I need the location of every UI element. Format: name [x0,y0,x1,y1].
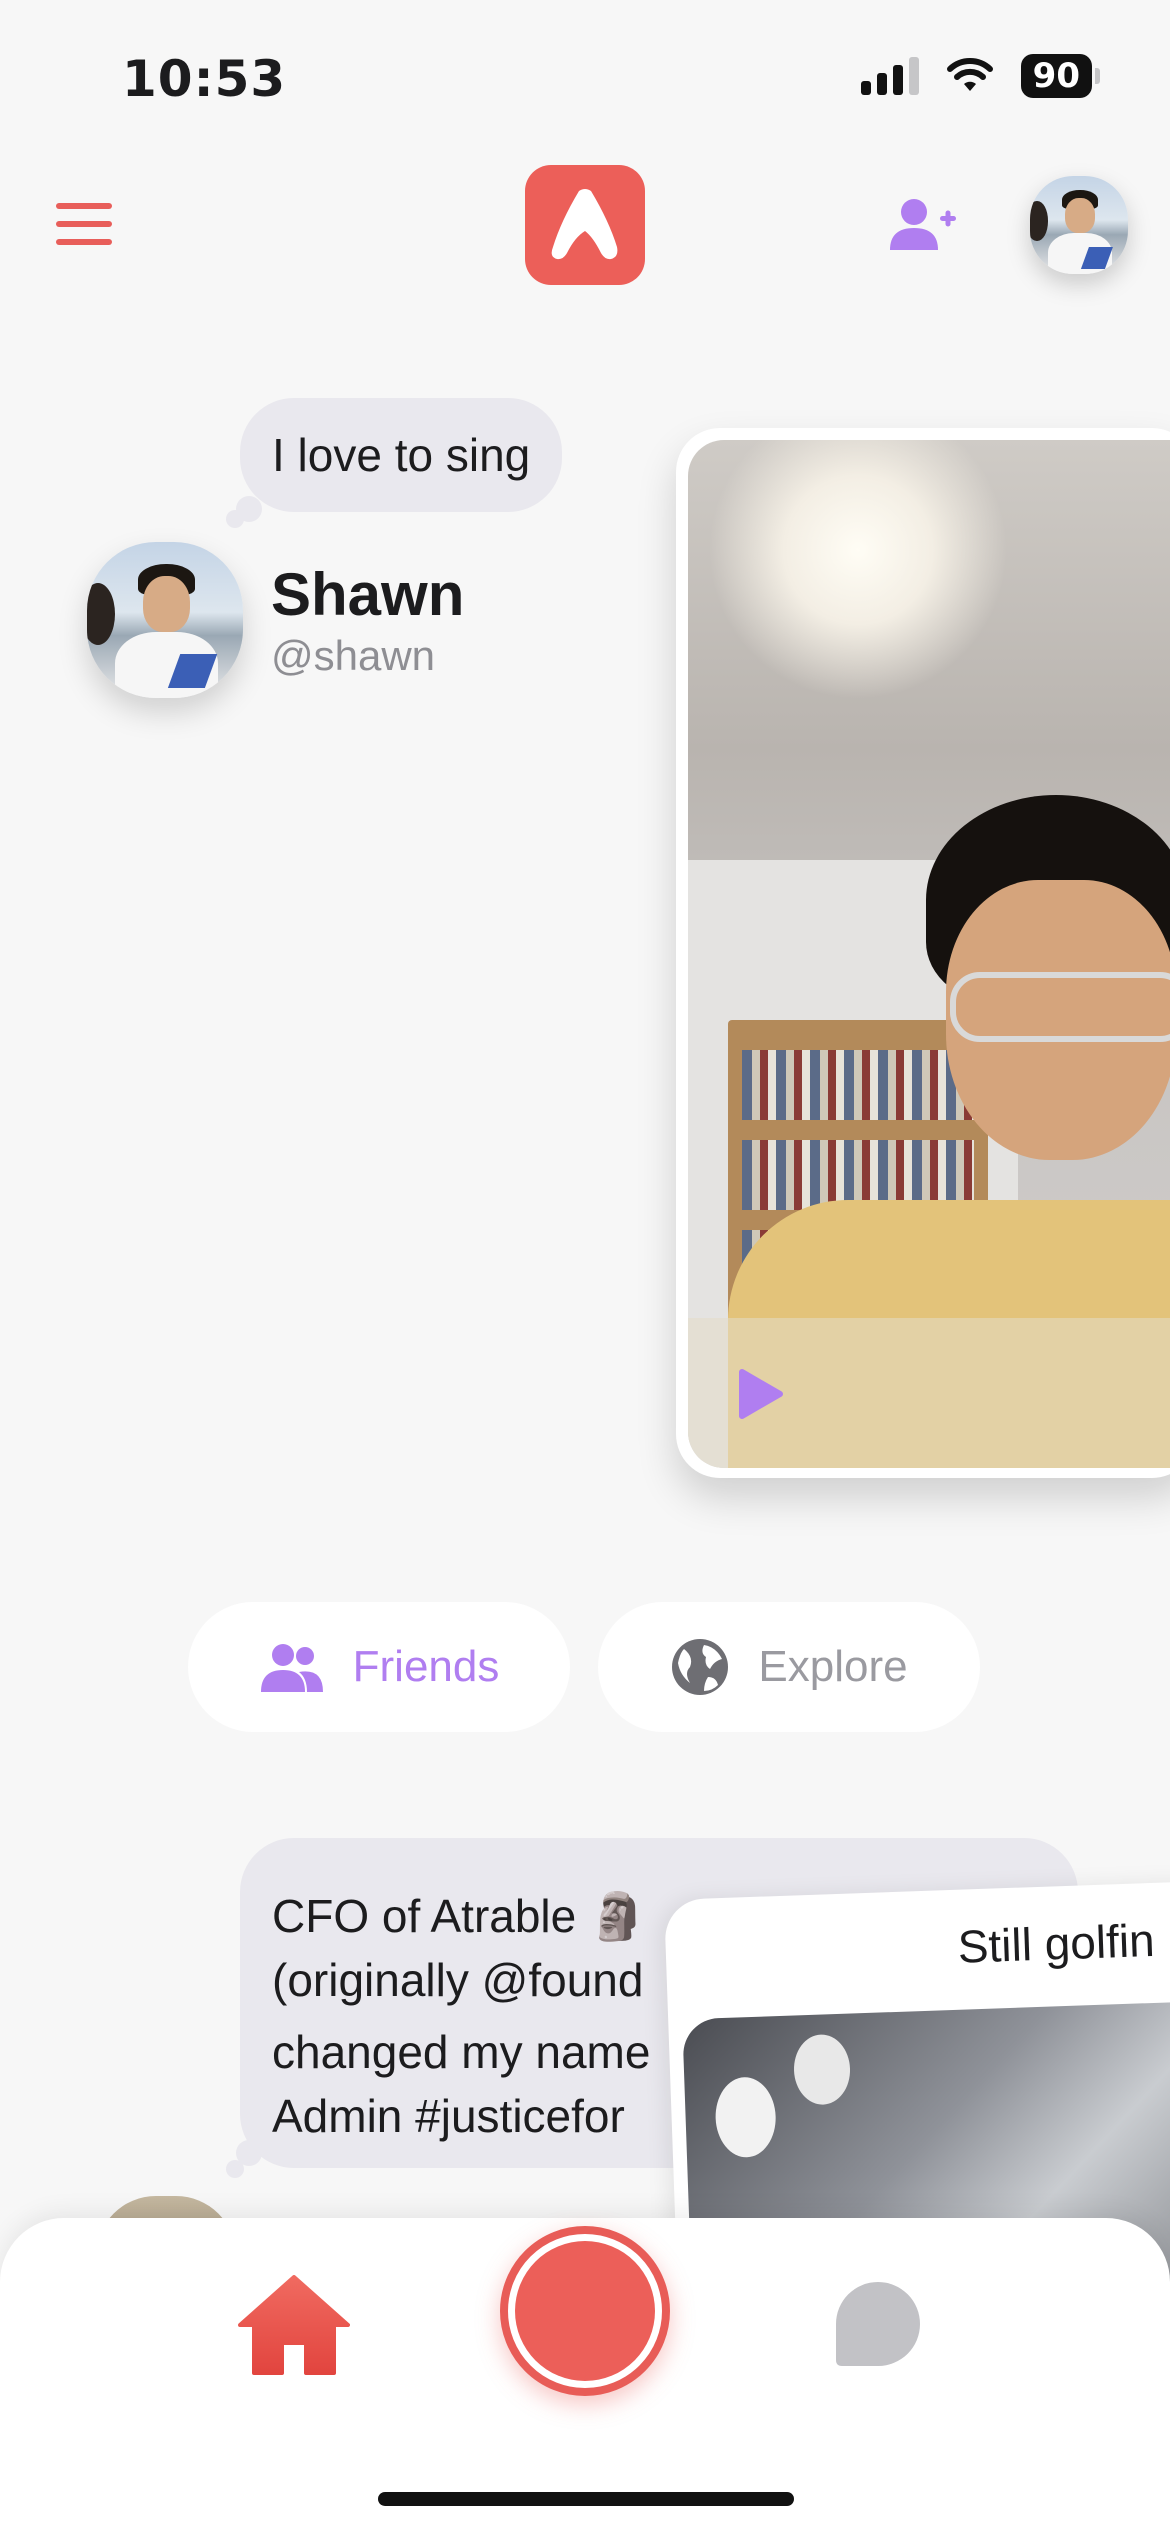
status-indicators: 90 [860,54,1101,98]
hamburger-menu-icon[interactable] [56,203,112,245]
video-caption: Still golfin [956,1913,1156,1973]
home-indicator [378,2492,794,2506]
wifi-icon [946,58,993,91]
tab-friends-label: Friends [352,1642,500,1691]
chat-bubble-icon[interactable] [832,2278,924,2370]
play-icon[interactable] [738,1368,784,1420]
video-card[interactable] [676,428,1170,1478]
avatar-image [1030,176,1128,274]
status-time: 10:53 [122,50,287,108]
home-icon[interactable] [238,2275,350,2375]
bubble-tail [226,510,244,528]
people-icon [260,1644,323,1692]
status-bubble: I love to sing [240,398,563,512]
tab-friends[interactable]: Friends [188,1602,570,1732]
globe-icon [672,1639,729,1695]
add-friend-icon[interactable] [888,196,958,252]
avatar-image [87,542,243,698]
tab-explore-label: Explore [758,1642,908,1691]
video-thumbnail [688,440,1170,1468]
friend-name[interactable]: Shawn [271,560,464,629]
battery-indicator: 90 [1020,54,1101,98]
app-logo-icon[interactable] [525,165,645,285]
record-icon [515,2241,655,2381]
tab-explore[interactable]: Explore [598,1602,980,1732]
friend-avatar[interactable] [87,542,243,698]
user-avatar-button[interactable] [1030,176,1128,274]
friend-handle: @shawn [271,632,436,679]
bottom-navigation [0,2218,1170,2532]
cellular-signal-icon [860,57,919,95]
record-button[interactable] [500,2226,670,2396]
bubble-tail [226,2160,244,2178]
